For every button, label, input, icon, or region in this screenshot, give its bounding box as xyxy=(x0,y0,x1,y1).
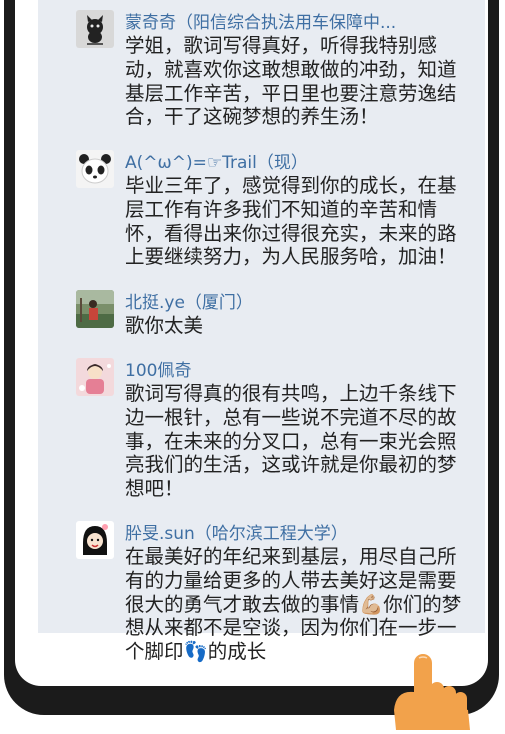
comment-text: 毕业三年了，感觉得到你的成长，在基层工作有许多我们不知道的辛苦和情怀，看得出来你… xyxy=(125,174,457,269)
comment-author[interactable]: 蒙奇奇（阳信综合执法用车保障中... xyxy=(125,8,396,33)
phone-screen: 蒙奇奇（阳信综合执法用车保障中... 学姐，歌词写得真好，听得我特别感动，就喜欢… xyxy=(15,0,488,686)
comment-text: 在最美好的年纪来到基层，用尽自己所有的力量给更多的人带去美好这是需要很大的勇气才… xyxy=(125,545,462,664)
comment-text: 歌你太美 xyxy=(125,314,204,337)
cat-avatar-icon[interactable] xyxy=(76,10,114,48)
outdoor-photo-avatar-icon[interactable] xyxy=(76,290,114,328)
comment-author[interactable]: 北挺.ye（厦门） xyxy=(125,288,253,313)
comment-text: 学姐，歌词写得真好，听得我特别感动，就喜欢你这敢想敢做的冲劲，知道基层工作辛苦，… xyxy=(125,34,457,129)
phone-frame: 蒙奇奇（阳信综合执法用车保障中... 学姐，歌词写得真好，听得我特别感动，就喜欢… xyxy=(4,0,499,715)
girl-avatar-icon[interactable] xyxy=(76,521,114,559)
comment-text: 歌词写得真的很有共鸣，上边千条线下边一根针，总有一些说不完道不尽的故事，在未来的… xyxy=(125,382,457,501)
cartoon-girl-avatar-icon[interactable] xyxy=(76,358,114,396)
pointing-hand-icon xyxy=(386,650,476,730)
comment-author[interactable]: 肸旻.sun（哈尔滨工程大学） xyxy=(125,519,348,544)
comment-author[interactable]: 100佩奇 xyxy=(125,356,191,381)
panda-avatar-icon[interactable] xyxy=(76,150,114,188)
comment-author[interactable]: A(^ω^)=☞Trail（现） xyxy=(125,148,308,173)
comments-section: 蒙奇奇（阳信综合执法用车保障中... 学姐，歌词写得真好，听得我特别感动，就喜欢… xyxy=(38,0,485,663)
